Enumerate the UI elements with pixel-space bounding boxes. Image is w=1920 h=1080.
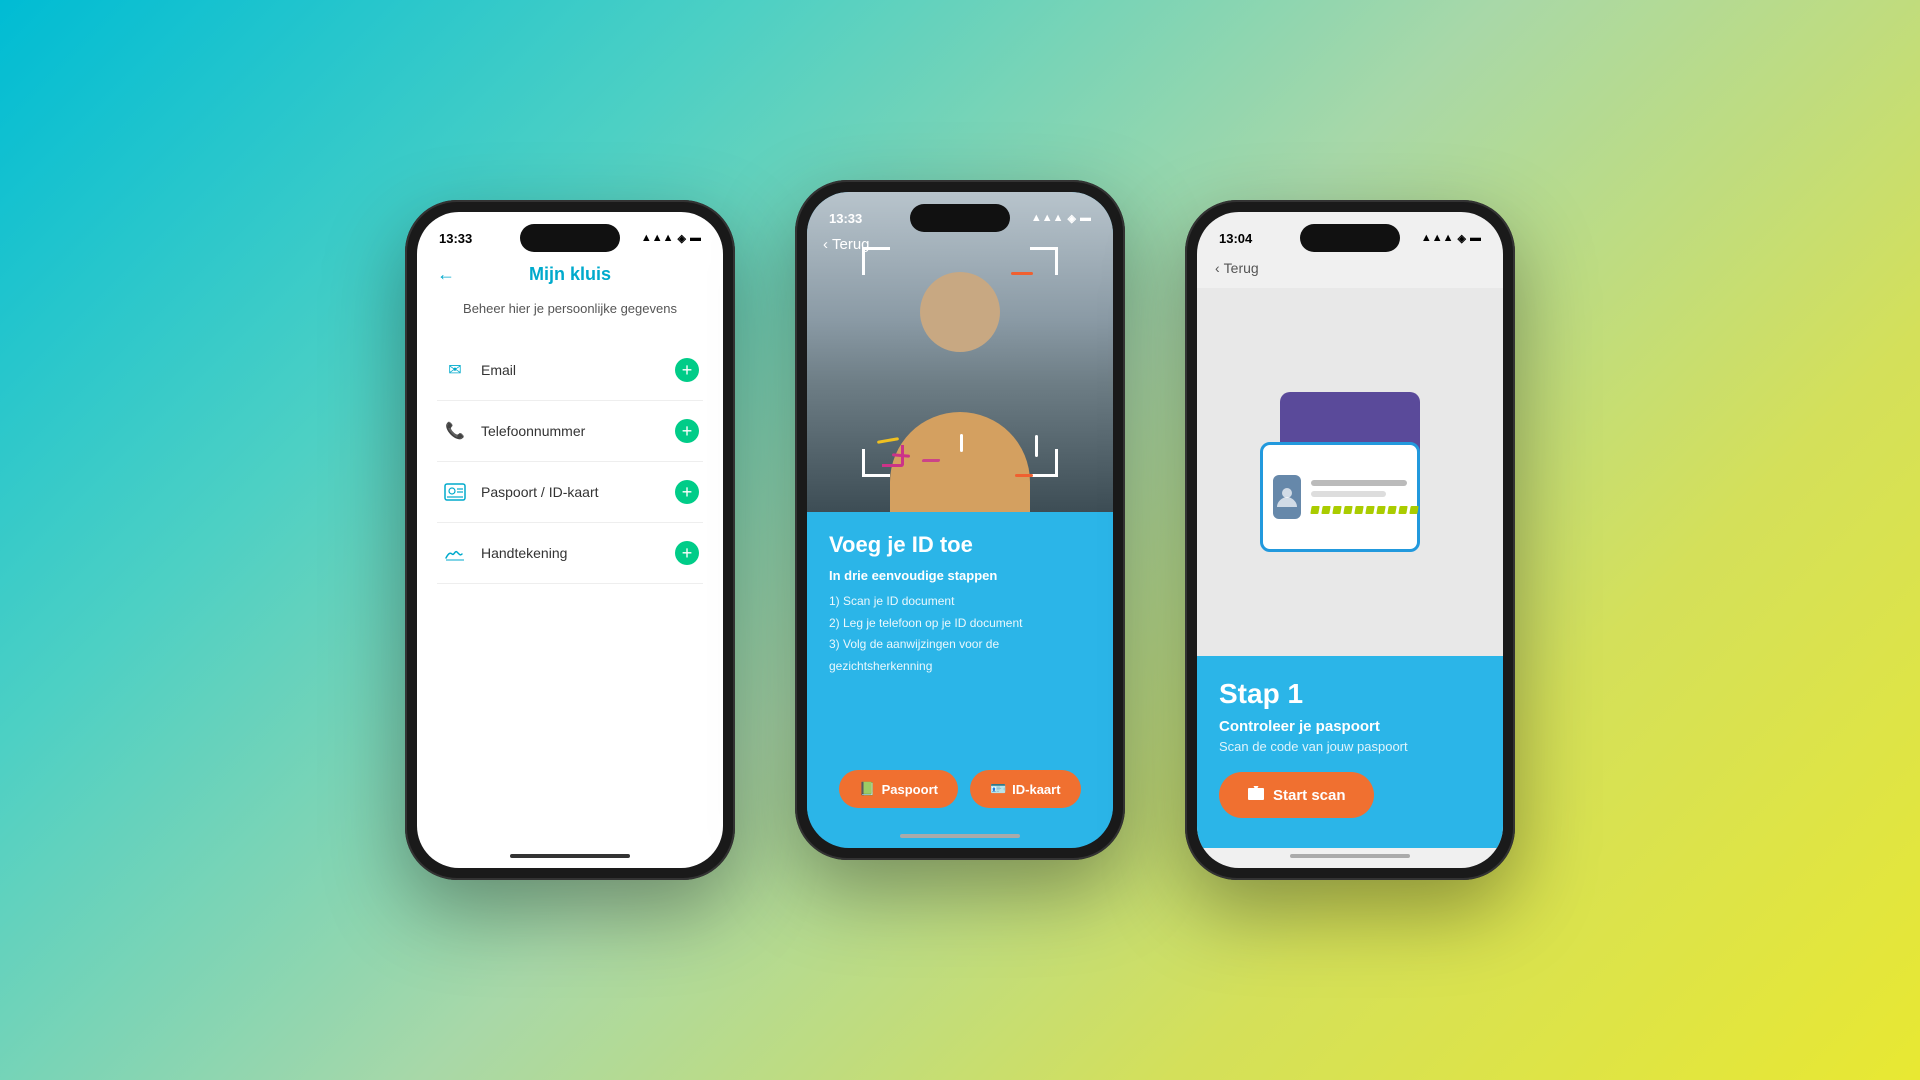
phone-label: Telefoonnummer [481, 423, 585, 439]
phone1-nav: ← Mijn kluis [437, 256, 703, 301]
id-card-illustration [1260, 392, 1440, 552]
chevron-back-icon: ‹ [1215, 260, 1220, 276]
wifi-icon-2: ◈ [1068, 212, 1076, 225]
email-label: Email [481, 362, 516, 378]
step-description: Scan de code van jouw paspoort [1219, 739, 1481, 754]
battery-icon-2: ▬ [1080, 212, 1091, 224]
status-icons-3: ▲▲▲ ◈ ▬ [1421, 232, 1481, 245]
status-time-1: 13:33 [439, 231, 472, 246]
id-type-buttons: 📗 Paspoort 🪪 ID-kaart [829, 770, 1091, 808]
chevron-left-icon: ‹ [823, 236, 828, 253]
back-label-2: Terug [832, 236, 870, 253]
idcard-button[interactable]: 🪪 ID-kaart [970, 770, 1081, 808]
battery-icon-3: ▬ [1470, 232, 1481, 244]
id-card-lines [1311, 480, 1418, 514]
mrz-row [1311, 506, 1418, 514]
add-phone-button[interactable]: + [675, 419, 699, 443]
signature-icon [441, 539, 469, 567]
phone-1: 13:33 ▲▲▲ ◈ ▬ ← Mijn kluis Beheer hier j… [405, 200, 735, 880]
start-scan-label: Start scan [1273, 787, 1346, 804]
phone-2: 13:33 ▲▲▲ ◈ ▬ ‹ Terug [795, 180, 1125, 860]
battery-icon: ▬ [690, 232, 701, 244]
wifi-icon-3: ◈ [1458, 232, 1466, 245]
phone-icon: 📞 [441, 417, 469, 445]
home-indicator-1 [510, 854, 630, 858]
phone3-bottom: Stap 1 Controleer je paspoort Scan de co… [1197, 656, 1503, 848]
step-3: 3) Volg de aanwijzingen voor de gezichts… [829, 634, 1091, 677]
dynamic-island-1 [520, 224, 620, 252]
phone1-content: ← Mijn kluis Beheer hier je persoonlijke… [417, 256, 723, 848]
phone2-bottom: Voeg je ID toe In drie eenvoudige stappe… [807, 512, 1113, 828]
passport-btn-icon: 📗 [859, 781, 875, 797]
illustration-area [1197, 288, 1503, 656]
marker-orange [1015, 474, 1033, 477]
camera-icon [1247, 785, 1265, 805]
marker-center-v [960, 434, 963, 452]
step-subtitle: Controleer je paspoort [1219, 718, 1481, 735]
phone3-nav: ‹ Terug [1197, 256, 1503, 288]
status-time-3: 13:04 [1219, 231, 1252, 246]
email-icon: ✉ [441, 356, 469, 384]
passport-button[interactable]: 📗 Paspoort [839, 770, 958, 808]
phone-3: 13:04 ▲▲▲ ◈ ▬ ‹ Terug [1185, 200, 1515, 880]
home-indicator-2 [900, 834, 1020, 838]
passport-btn-label: Paspoort [882, 782, 938, 797]
back-button-1[interactable]: ← [437, 264, 455, 285]
back-button-2[interactable]: ‹ Terug [823, 236, 870, 253]
marker-white-v [1035, 435, 1038, 457]
steps-subheading: In drie eenvoudige stappen [829, 568, 1091, 583]
idcard-btn-icon: 🪪 [990, 781, 1006, 797]
add-email-button[interactable]: + [675, 358, 699, 382]
wifi-icon: ◈ [678, 232, 686, 245]
back-label-3: Terug [1224, 260, 1259, 276]
steps-list: 1) Scan je ID document 2) Leg je telefoo… [829, 591, 1091, 758]
step-2: 2) Leg je telefoon op je ID document [829, 613, 1091, 635]
marker-corner-pink [882, 445, 904, 467]
dynamic-island-3 [1300, 224, 1400, 252]
signal-icon-2: ▲▲▲ [1031, 212, 1064, 224]
passport-label: Paspoort / ID-kaart [481, 484, 599, 500]
menu-item-signature[interactable]: Handtekening + [437, 523, 703, 584]
id-card-front [1260, 442, 1420, 552]
step-1: 1) Scan je ID document [829, 591, 1091, 613]
idcard-btn-label: ID-kaart [1012, 782, 1060, 797]
menu-item-passport[interactable]: Paspoort / ID-kaart + [437, 462, 703, 523]
status-icons-2: ▲▲▲ ◈ ▬ [1031, 212, 1091, 225]
home-indicator-3 [1290, 854, 1410, 858]
marker-orange-top [1011, 272, 1033, 275]
voeg-id-heading: Voeg je ID toe [829, 532, 1091, 558]
page-subtitle-1: Beheer hier je persoonlijke gegevens [437, 301, 703, 316]
menu-item-email[interactable]: ✉ Email + [437, 340, 703, 401]
id-avatar-icon [1273, 475, 1301, 519]
add-passport-button[interactable]: + [675, 480, 699, 504]
status-icons-1: ▲▲▲ ◈ ▬ [641, 232, 701, 245]
marker-yellow-1 [877, 437, 899, 444]
back-button-3[interactable]: ‹ Terug [1215, 260, 1259, 276]
add-signature-button[interactable]: + [675, 541, 699, 565]
camera-view: 13:33 ▲▲▲ ◈ ▬ ‹ Terug [807, 192, 1113, 512]
step-title: Stap 1 [1219, 678, 1481, 710]
marker-pink-2 [922, 459, 941, 462]
passport-icon [441, 478, 469, 506]
menu-item-phone[interactable]: 📞 Telefoonnummer + [437, 401, 703, 462]
dynamic-island-2 [910, 204, 1010, 232]
status-time-2: 13:33 [829, 211, 862, 226]
signal-icon-3: ▲▲▲ [1421, 232, 1454, 244]
page-title-1: Mijn kluis [529, 264, 611, 285]
signal-icon: ▲▲▲ [641, 232, 674, 244]
start-scan-button[interactable]: Start scan [1219, 772, 1374, 818]
corner-tr [1030, 247, 1058, 275]
signature-label: Handtekening [481, 545, 567, 561]
